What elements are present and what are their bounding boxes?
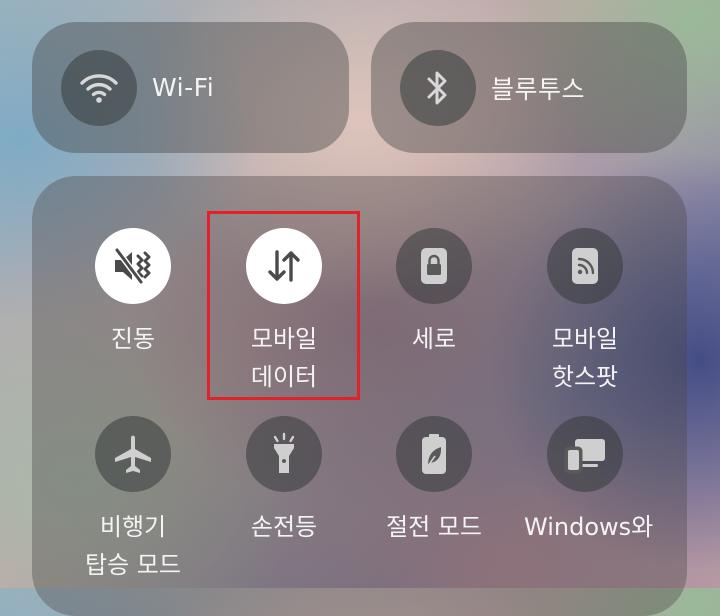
vibrate-tile[interactable]: 진동 <box>58 228 208 358</box>
wifi-icon <box>61 49 137 126</box>
highlight-box <box>207 211 360 400</box>
portrait-label-line1: 세로 <box>411 325 457 353</box>
portrait-lock-tile[interactable]: 세로 <box>359 228 509 358</box>
link-to-windows-tile[interactable]: Windows와 <box>510 416 660 546</box>
bluetooth-label: 블루투스 <box>491 74 586 104</box>
power-saving-icon <box>396 416 472 492</box>
airplane-mode-tile[interactable]: 비행기 탑승 모드 <box>58 416 208 584</box>
portrait-lock-icon <box>396 228 472 304</box>
link-to-windows-icon <box>547 416 623 492</box>
mobile-hotspot-label-line2: 핫스팟 <box>551 363 619 391</box>
link-to-windows-label-line1: Windows와 <box>524 513 654 541</box>
vibrate-label-line1: 진동 <box>110 325 156 353</box>
wifi-label: Wi-Fi <box>152 73 215 102</box>
bluetooth-icon <box>400 49 476 126</box>
power-saving-label-line1: 절전 모드 <box>386 513 482 541</box>
mobile-hotspot-icon <box>547 228 623 304</box>
flashlight-icon <box>246 416 322 492</box>
mobile-hotspot-label-line1: 모바일 <box>551 325 619 353</box>
flashlight-tile[interactable]: 손전등 <box>209 416 359 546</box>
bluetooth-tile[interactable]: 블루투스 <box>371 22 687 153</box>
mobile-hotspot-tile[interactable]: 모바일 핫스팟 <box>510 228 660 396</box>
wifi-tile[interactable]: Wi-Fi <box>32 22 349 153</box>
airplane-label-line2: 탑승 모드 <box>85 551 181 579</box>
airplane-label-line1: 비행기 <box>99 513 167 541</box>
power-saving-tile[interactable]: 절전 모드 <box>359 416 509 546</box>
flashlight-label-line1: 손전등 <box>250 513 318 541</box>
airplane-icon <box>95 416 171 492</box>
vibrate-icon <box>95 228 171 304</box>
